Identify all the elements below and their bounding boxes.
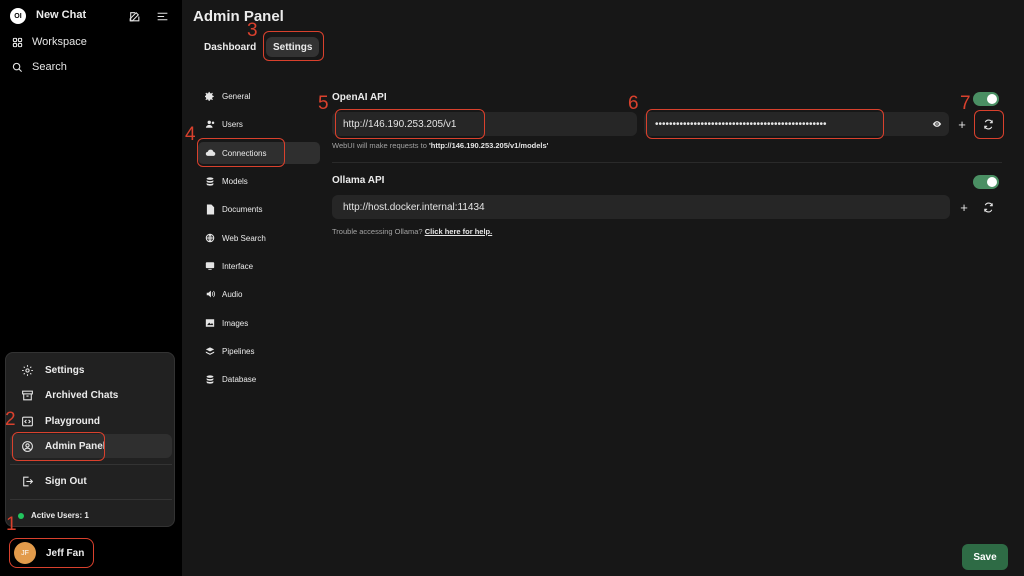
openai-key-input[interactable]: ••••••••••••••••••••••••••••••••••••••••… [644,112,949,136]
gear-icon [204,91,216,101]
code-icon [20,415,34,428]
settings-nav-label: Web Search [222,234,266,243]
user-profile-button[interactable]: JF Jeff Fan [8,540,84,566]
active-users-text: Active Users: 1 [31,511,89,520]
settings-nav-interface[interactable]: Interface [198,255,320,277]
cloud-icon [204,148,216,158]
page-title: Admin Panel [193,8,284,25]
user-name: Jeff Fan [46,548,84,559]
settings-nav-label: Connections [222,149,266,158]
settings-nav-label: Models [222,177,248,186]
main-content: Admin Panel Dashboard Settings General U… [182,0,1024,576]
users-icon [204,119,216,129]
search-icon [10,62,24,73]
speaker-icon [204,289,216,299]
menu-item-label: Sign Out [45,476,87,487]
settings-nav-images[interactable]: Images [198,312,320,334]
menu-item-label: Archived Chats [45,390,118,401]
add-connection-icon[interactable]: + [955,117,969,131]
document-icon [204,204,216,215]
settings-nav-web-search[interactable]: Web Search [198,227,320,249]
openai-hint-prefix: WebUI will make requests to [332,141,429,150]
settings-nav-general[interactable]: General [198,85,320,107]
menu-item-admin-panel[interactable]: Admin Panel [10,434,172,458]
ollama-url-input[interactable]: http://host.docker.internal:11434 [332,195,950,219]
database-icon [204,374,216,385]
menu-item-archived-chats[interactable]: Archived Chats [10,383,172,407]
settings-nav-label: Documents [222,205,262,214]
ollama-help-link[interactable]: Click here for help. [425,227,493,236]
app-logo[interactable]: OI [10,8,26,24]
menu-item-playground[interactable]: Playground [10,409,172,433]
menu-item-settings[interactable]: Settings [10,358,172,382]
ollama-api-toggle[interactable] [973,175,999,189]
menu-item-sign-out[interactable]: Sign Out [10,469,172,493]
sidebar-item-search[interactable]: Search [10,58,67,76]
openai-url-input[interactable]: http://146.190.253.205/v1 [332,112,637,136]
active-users-status: Active Users: 1 [18,511,89,520]
globe-icon [204,233,216,243]
user-menu: Settings Archived Chats Playground Admin… [5,352,175,527]
ollama-hint-prefix: Trouble accessing Ollama? [332,227,425,236]
settings-nav-label: Database [222,375,256,384]
menu-item-label: Admin Panel [45,441,106,452]
settings-nav-users[interactable]: Users [198,113,320,135]
settings-nav-database[interactable]: Database [198,368,320,390]
settings-nav-models[interactable]: Models [198,170,320,192]
tab-settings[interactable]: Settings [266,37,319,57]
menu-divider [10,464,172,465]
sidebar-toggle-icon[interactable] [155,9,169,23]
eye-icon[interactable] [930,117,944,131]
openai-api-toggle[interactable] [973,92,999,106]
sign-out-icon [20,475,34,488]
refresh-icon[interactable] [981,200,995,214]
database-icon [204,176,216,187]
sidebar-item-label: Workspace [32,36,87,48]
menu-item-label: Playground [45,416,100,427]
openai-api-label: OpenAI API [332,92,387,103]
layers-icon [204,346,216,357]
image-icon [204,318,216,328]
tab-dashboard[interactable]: Dashboard [204,37,256,57]
grid-icon [10,37,24,48]
settings-nav-label: Interface [222,262,253,271]
user-circle-icon [20,440,34,453]
section-divider [332,162,1002,163]
settings-nav-label: General [222,92,250,101]
gear-icon [20,364,34,377]
avatar: JF [14,542,36,564]
edit-icon[interactable] [127,9,141,23]
settings-nav-documents[interactable]: Documents [198,198,320,220]
settings-nav-label: Images [222,319,248,328]
settings-nav-pipelines[interactable]: Pipelines [198,340,320,362]
sidebar-item-label: Search [32,61,67,73]
new-chat-label[interactable]: New Chat [36,9,86,21]
settings-nav-audio[interactable]: Audio [198,283,320,305]
online-dot-icon [18,513,24,519]
settings-nav-label: Audio [222,290,242,299]
add-connection-icon[interactable]: + [957,200,971,214]
menu-item-label: Settings [45,365,84,376]
refresh-icon[interactable] [981,117,995,131]
openai-hint: WebUI will make requests to 'http://146.… [332,141,548,150]
monitor-icon [204,261,216,271]
settings-nav-label: Users [222,120,243,129]
archive-icon [20,389,34,402]
sidebar-item-workspace[interactable]: Workspace [10,33,87,51]
ollama-api-label: Ollama API [332,175,384,186]
settings-nav-connections[interactable]: Connections [198,142,320,164]
settings-nav-label: Pipelines [222,347,254,356]
openai-hint-url: 'http://146.190.253.205/v1/models' [429,141,548,150]
save-button[interactable]: Save [962,544,1008,570]
menu-divider [10,499,172,500]
ollama-hint: Trouble accessing Ollama? Click here for… [332,227,492,236]
sidebar: OI New Chat Workspace Search Settings Ar… [0,0,182,576]
